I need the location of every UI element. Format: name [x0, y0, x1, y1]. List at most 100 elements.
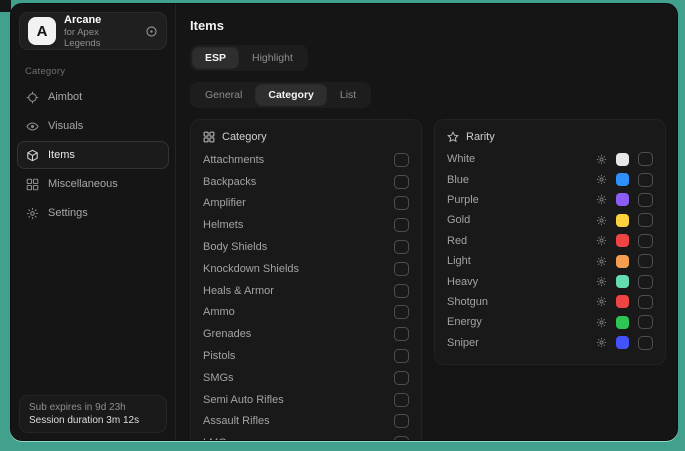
- category-row-label: Grenades: [203, 328, 394, 340]
- sidebar-item-settings[interactable]: Settings: [17, 199, 169, 227]
- rarity-color-swatch[interactable]: [616, 295, 629, 308]
- category-row: SMGs: [203, 367, 409, 389]
- rarity-row: Shotgun: [447, 292, 653, 312]
- gear-icon[interactable]: [596, 276, 607, 287]
- gear-icon[interactable]: [596, 235, 607, 246]
- rarity-panel: Rarity White Blue Purple: [434, 119, 666, 365]
- category-checkbox[interactable]: [394, 240, 409, 254]
- brand-text: Arcane for Apex Legends: [64, 14, 137, 49]
- category-checkbox[interactable]: [394, 196, 409, 210]
- gear-icon[interactable]: [596, 317, 607, 328]
- category-checkbox[interactable]: [394, 284, 409, 298]
- rarity-row: Purple: [447, 190, 653, 210]
- category-checkbox[interactable]: [394, 371, 409, 385]
- brand-card[interactable]: A Arcane for Apex Legends: [19, 12, 167, 50]
- category-checkbox[interactable]: [394, 218, 409, 232]
- rarity-color-swatch[interactable]: [616, 214, 629, 227]
- category-checkbox[interactable]: [394, 305, 409, 319]
- rarity-checkbox[interactable]: [638, 315, 653, 329]
- gear-icon: [26, 207, 39, 220]
- gear-icon[interactable]: [596, 256, 607, 267]
- app-subtitle: for Apex Legends: [64, 27, 137, 49]
- rarity-checkbox[interactable]: [638, 152, 653, 166]
- sidebar-item-items[interactable]: Items: [17, 141, 169, 169]
- gear-icon[interactable]: [596, 154, 607, 165]
- rarity-panel-header: Rarity: [447, 131, 653, 143]
- rarity-checkbox[interactable]: [638, 213, 653, 227]
- sidebar-item-label: Aimbot: [48, 91, 82, 103]
- gear-icon[interactable]: [596, 337, 607, 348]
- star-icon: [447, 131, 459, 143]
- tab-list[interactable]: List: [328, 85, 368, 105]
- sidebar-nav: Aimbot Visuals Items: [11, 83, 175, 227]
- category-row-label: Amplifier: [203, 197, 394, 209]
- rarity-checkbox[interactable]: [638, 336, 653, 350]
- tab-esp[interactable]: ESP: [193, 48, 238, 68]
- rarity-row: Sniper: [447, 333, 653, 353]
- sidebar-item-aimbot[interactable]: Aimbot: [17, 83, 169, 111]
- category-checkbox[interactable]: [394, 436, 409, 440]
- rarity-checkbox[interactable]: [638, 254, 653, 268]
- category-rows: Attachments Backpacks Amplifier Helmets …: [203, 149, 409, 440]
- category-row-label: SMGs: [203, 372, 394, 384]
- category-row-label: Pistols: [203, 350, 394, 362]
- mode-tabs: ESP Highlight: [190, 45, 308, 71]
- category-row-label: Helmets: [203, 219, 394, 231]
- category-row: Attachments: [203, 149, 409, 171]
- category-row: Ammo: [203, 302, 409, 324]
- tab-category[interactable]: Category: [256, 85, 326, 105]
- background-corner-patch: [0, 0, 11, 12]
- rarity-row-label: Heavy: [447, 276, 596, 288]
- category-row-label: Ammo: [203, 306, 394, 318]
- rarity-checkbox[interactable]: [638, 193, 653, 207]
- sidebar-section-label: Category: [25, 66, 175, 77]
- gear-icon[interactable]: [596, 194, 607, 205]
- sidebar-item-miscellaneous[interactable]: Miscellaneous: [17, 170, 169, 198]
- app-logo: A: [28, 17, 56, 45]
- rarity-row: Heavy: [447, 271, 653, 291]
- category-checkbox[interactable]: [394, 153, 409, 167]
- category-checkbox[interactable]: [394, 262, 409, 276]
- category-row-label: Knockdown Shields: [203, 263, 394, 275]
- rarity-color-swatch[interactable]: [616, 153, 629, 166]
- gear-icon[interactable]: [596, 296, 607, 307]
- rarity-row: Gold: [447, 210, 653, 230]
- rarity-color-swatch[interactable]: [616, 275, 629, 288]
- tab-highlight[interactable]: Highlight: [240, 48, 305, 68]
- rarity-color-swatch[interactable]: [616, 316, 629, 329]
- category-row: Body Shields: [203, 236, 409, 258]
- category-row: Semi Auto Rifles: [203, 389, 409, 411]
- category-checkbox[interactable]: [394, 349, 409, 363]
- rarity-row-label: Light: [447, 255, 596, 267]
- rarity-row-label: Gold: [447, 214, 596, 226]
- sub-expiry-text: Sub expires in 9d 23h: [29, 402, 157, 413]
- category-checkbox[interactable]: [394, 414, 409, 428]
- category-row-label: Semi Auto Rifles: [203, 394, 394, 406]
- rarity-color-swatch[interactable]: [616, 173, 629, 186]
- rarity-color-swatch[interactable]: [616, 234, 629, 247]
- category-row: Helmets: [203, 214, 409, 236]
- category-row: Pistols: [203, 345, 409, 367]
- category-checkbox[interactable]: [394, 327, 409, 341]
- category-checkbox[interactable]: [394, 393, 409, 407]
- session-duration-text: Session duration 3m 12s: [29, 415, 157, 426]
- rarity-checkbox[interactable]: [638, 295, 653, 309]
- rarity-row: Blue: [447, 169, 653, 189]
- sidebar-item-visuals[interactable]: Visuals: [17, 112, 169, 140]
- category-checkbox[interactable]: [394, 175, 409, 189]
- rarity-checkbox[interactable]: [638, 173, 653, 187]
- rarity-checkbox[interactable]: [638, 234, 653, 248]
- category-row-label: LMGs: [203, 437, 394, 440]
- gear-icon[interactable]: [596, 174, 607, 185]
- category-row: Grenades: [203, 323, 409, 345]
- category-row-label: Backpacks: [203, 176, 394, 188]
- rarity-color-swatch[interactable]: [616, 255, 629, 268]
- rarity-color-swatch[interactable]: [616, 336, 629, 349]
- rarity-row-label: Energy: [447, 316, 596, 328]
- tab-general[interactable]: General: [193, 85, 254, 105]
- rarity-color-swatch[interactable]: [616, 193, 629, 206]
- gear-icon[interactable]: [596, 215, 607, 226]
- rarity-checkbox[interactable]: [638, 275, 653, 289]
- target-icon[interactable]: [145, 25, 158, 38]
- crosshair-icon: [26, 91, 39, 104]
